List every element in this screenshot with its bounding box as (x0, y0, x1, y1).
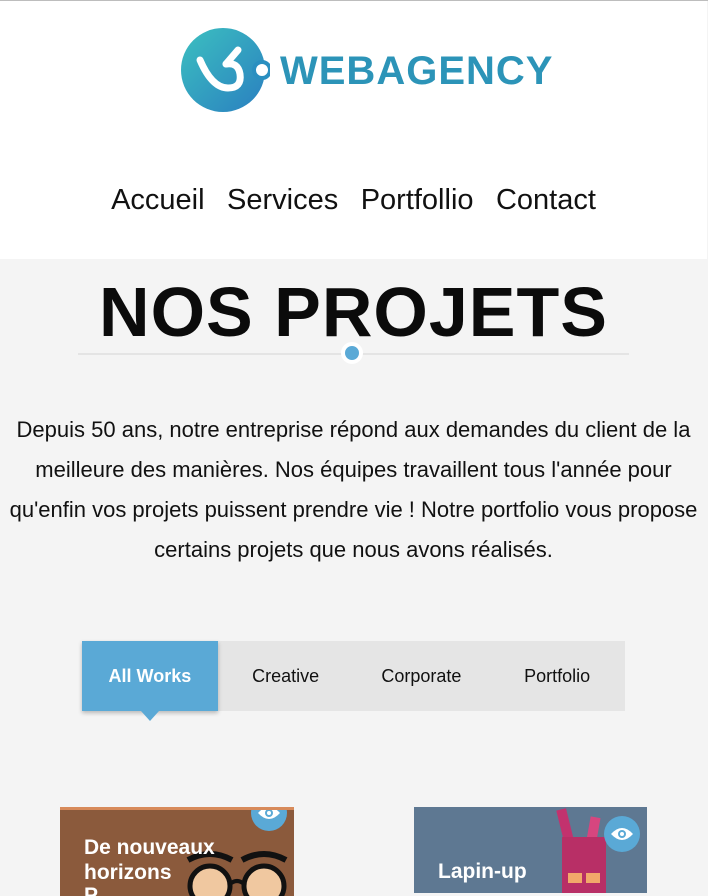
intro-text: Depuis 50 ans, notre entreprise répond a… (9, 417, 698, 562)
view-project-button[interactable] (604, 816, 640, 852)
logo[interactable]: WEBAGENCY (180, 26, 554, 114)
tab-all-works[interactable]: All Works (82, 641, 218, 721)
nav-item-services[interactable]: Services (227, 181, 338, 219)
view-project-button[interactable] (251, 810, 287, 831)
tab-portfolio[interactable]: Portfolio (489, 641, 625, 711)
project-card[interactable]: De nouveaux horizons P (60, 807, 294, 896)
project-title: Lapin-up (438, 860, 527, 883)
divider-dot (341, 342, 363, 364)
nav-item-contact[interactable]: Contact (496, 181, 596, 219)
site-header: WEBAGENCY Accueil Services Portfollio Co… (0, 1, 707, 259)
nav-item-portfollio[interactable]: Portfollio (361, 181, 474, 219)
project-card[interactable]: Lapin-up (414, 807, 647, 893)
filter-tabs: All Works Creative Corporate Portfolio (82, 641, 625, 721)
brand-name: WEBAGENCY (280, 49, 554, 93)
tab-creative[interactable]: Creative (218, 641, 354, 711)
tab-corporate[interactable]: Corporate (354, 641, 490, 711)
project-title: De nouveaux horizons (84, 836, 215, 884)
project-subtitle: P (84, 884, 99, 896)
logo-icon (181, 28, 270, 112)
eye-icon (258, 810, 280, 819)
main-nav: Accueil Services Portfollio Contact (0, 181, 707, 219)
nav-item-accueil[interactable]: Accueil (111, 181, 205, 219)
eye-icon (611, 828, 633, 840)
